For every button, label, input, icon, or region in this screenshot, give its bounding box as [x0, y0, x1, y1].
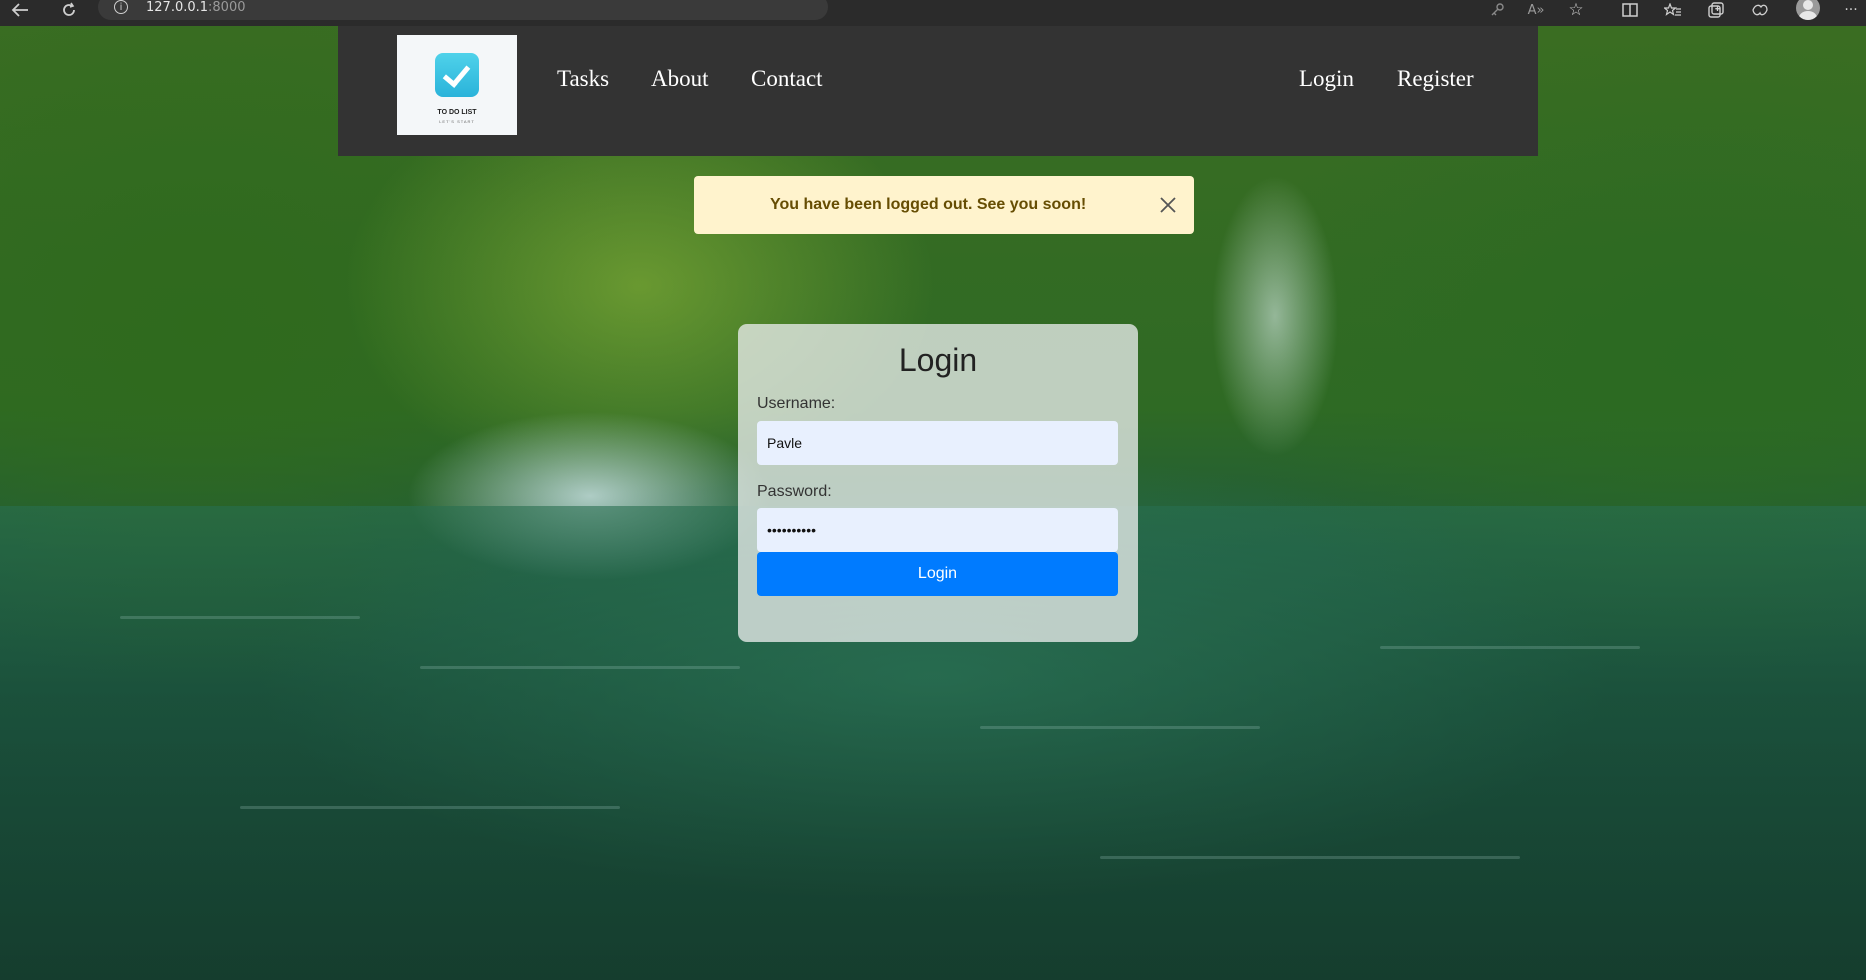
username-input[interactable] [757, 421, 1118, 465]
alert-message: You have been logged out. See you soon! [770, 196, 1087, 213]
more-icon[interactable]: ··· [1840, 0, 1862, 20]
site-logo[interactable]: TO DO LIST LET'S START [397, 35, 517, 135]
password-input[interactable] [757, 508, 1118, 552]
extensions-icon[interactable] [1749, 0, 1771, 20]
nav-link-register[interactable]: Register [1397, 64, 1474, 94]
water-ripple [1100, 856, 1520, 859]
split-screen-icon[interactable] [1619, 0, 1641, 20]
logout-alert: You have been logged out. See you soon! [694, 176, 1194, 234]
site-navbar: TO DO LIST LET'S START Tasks About Conta… [338, 26, 1538, 156]
favorite-star-icon[interactable]: ☆ [1565, 0, 1587, 20]
logo-subtext: LET'S START [439, 119, 475, 124]
water-ripple [980, 726, 1260, 729]
username-label: Username: [757, 395, 836, 412]
profile-icon[interactable] [1796, 0, 1820, 20]
nav-link-login[interactable]: Login [1299, 64, 1354, 94]
info-icon[interactable]: i [114, 0, 128, 14]
logo-text: TO DO LIST [437, 109, 477, 116]
water-ripple [1380, 646, 1640, 649]
water-ripple [240, 806, 620, 809]
address-bar-url[interactable]: 127.0.0.1:8000 [146, 0, 246, 16]
nav-link-about[interactable]: About [651, 64, 709, 94]
nav-link-contact[interactable]: Contact [751, 64, 823, 94]
url-port: :8000 [208, 0, 246, 15]
password-label: Password: [757, 483, 832, 500]
login-card: Login Username: Password: Login [738, 324, 1138, 642]
url-host: 127.0.0.1 [146, 0, 209, 15]
key-icon[interactable] [1486, 0, 1508, 20]
water-ripple [420, 666, 740, 669]
water-ripple [120, 616, 360, 619]
login-submit-button[interactable]: Login [757, 552, 1118, 596]
checkmark-logo-icon [435, 53, 479, 97]
nav-link-tasks[interactable]: Tasks [557, 64, 609, 94]
browser-toolbar: i 127.0.0.1:8000 A» ☆ ··· [0, 0, 1866, 26]
collections-icon[interactable] [1705, 0, 1727, 20]
favorites-icon[interactable] [1662, 0, 1684, 20]
login-title: Login [898, 342, 978, 378]
page-viewport: TO DO LIST LET'S START Tasks About Conta… [0, 26, 1866, 980]
close-icon[interactable] [1159, 196, 1177, 214]
reload-icon[interactable] [58, 0, 80, 20]
read-aloud-icon[interactable]: A» [1525, 0, 1547, 20]
back-icon[interactable] [9, 0, 31, 20]
